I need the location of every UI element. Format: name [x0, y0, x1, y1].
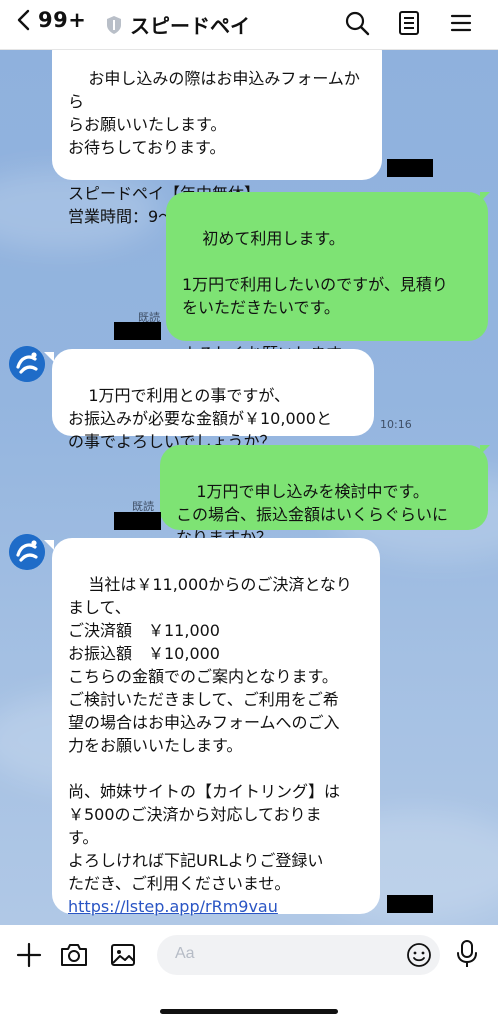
avatar[interactable] — [9, 346, 45, 382]
mic-button[interactable] — [455, 939, 479, 973]
redacted-block — [387, 895, 433, 913]
chevron-left-icon — [17, 9, 30, 31]
incoming-message[interactable]: 1万円で利用との事ですが、 お振込みが必要な金額が￥10,000と の事でよろし… — [52, 349, 374, 451]
message-link[interactable]: https://lstep.app/rRm9vau — [68, 897, 278, 916]
camera-icon — [61, 944, 87, 966]
back-button[interactable]: 99+ — [16, 8, 86, 32]
emoji-icon[interactable] — [406, 942, 432, 968]
chat-header: 99+ スピードペイ — [0, 0, 498, 50]
incoming-message[interactable]: お申し込みの際はお申込みフォームから らお願いいたします。 お待ちしております。… — [52, 50, 382, 226]
outgoing-message[interactable]: 初めて利用します。 1万円で利用したいのですが、見積り をいただきたいです。 よ… — [166, 192, 488, 363]
shield-icon — [107, 15, 121, 34]
plus-button[interactable] — [16, 942, 42, 968]
message-text: 初めて利用します。 1万円で利用したいのですが、見積り をいただきたいです。 よ… — [182, 229, 448, 363]
search-icon[interactable] — [344, 10, 370, 36]
redacted-block — [114, 322, 161, 340]
image-icon — [111, 944, 135, 966]
speedpay-logo-icon — [9, 534, 45, 570]
image-button[interactable] — [110, 942, 136, 968]
speedpay-logo-icon — [9, 346, 45, 382]
chat-area[interactable]: お申し込みの際はお申込みフォームから らお願いいたします。 お待ちしております。… — [0, 50, 498, 925]
message-input[interactable]: Aa — [157, 935, 440, 975]
message-time: 10:16 — [380, 418, 412, 431]
chat-title-area[interactable]: スピードペイ — [106, 10, 250, 39]
bubble-tail — [44, 540, 54, 550]
message-text: 当社は￥11,000からのご決済となり まして、 ご決済額 ￥11,000 お振… — [68, 575, 352, 893]
unread-count: 99+ — [38, 8, 87, 32]
message-input-bar: Aa — [0, 925, 498, 1024]
chat-title: スピードペイ — [130, 14, 250, 38]
mic-icon — [457, 940, 477, 967]
message-text: 1万円で利用との事ですが、 お振込みが必要な金額が￥10,000と の事でよろし… — [68, 386, 332, 451]
plus-icon — [16, 942, 42, 968]
avatar[interactable] — [9, 534, 45, 570]
message-input-placeholder: Aa — [175, 945, 195, 962]
menu-icon[interactable] — [448, 10, 474, 36]
bubble-tail — [480, 445, 490, 455]
incoming-message[interactable]: 当社は￥11,000からのご決済となり まして、 ご決済額 ￥11,000 お振… — [52, 538, 380, 916]
notes-icon[interactable] — [396, 10, 422, 36]
home-indicator — [160, 1009, 338, 1014]
redacted-block — [114, 512, 161, 530]
bubble-tail — [480, 192, 490, 202]
redacted-block — [387, 159, 433, 177]
camera-button[interactable] — [60, 942, 88, 968]
outgoing-message[interactable]: 1万円で申し込みを検討中です。 この場合、振込金額はいくらぐらいに なりますか？ — [160, 445, 488, 547]
